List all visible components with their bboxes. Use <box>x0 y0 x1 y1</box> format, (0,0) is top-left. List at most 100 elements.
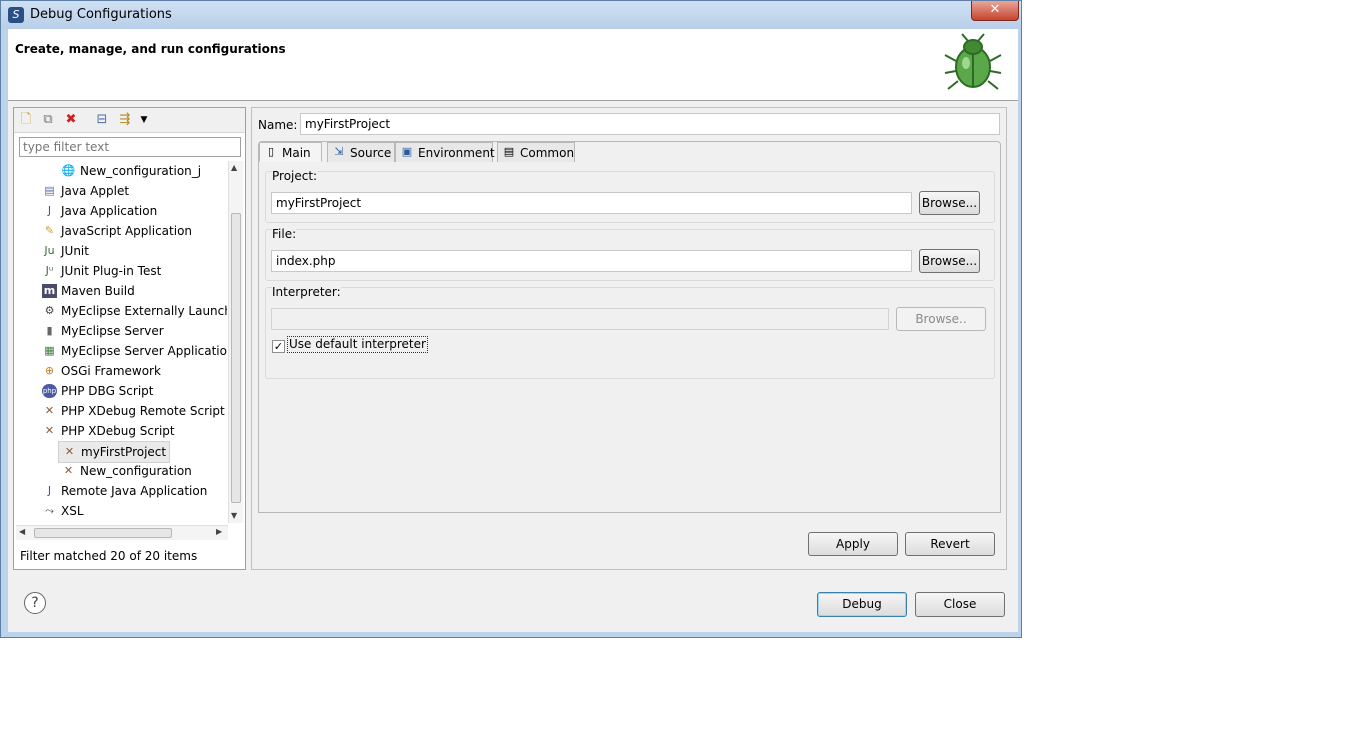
tree-item[interactable]: Jᵘ JUnit Plug-in Test <box>39 261 164 281</box>
horizontal-scroll-thumb[interactable] <box>34 528 172 538</box>
tree-item-label: Java Applet <box>61 184 130 198</box>
tab-environment[interactable]: ▣ Environment <box>395 142 495 162</box>
osgi-icon: ⊕ <box>44 364 55 377</box>
tree-vertical-scrollbar[interactable]: ▲ ▼ <box>228 161 243 523</box>
tree-item-label: PHP XDebug Script <box>61 424 175 438</box>
tree-item-label: MyEclipse Externally Launch <box>61 304 227 318</box>
tree-item[interactable]: ✕ New_configuration <box>58 461 195 481</box>
duplicate-icon[interactable]: ⧉ <box>40 112 56 128</box>
tree-item-label: myFirstProject <box>81 445 167 459</box>
tree-item[interactable]: J Java Application <box>39 201 160 221</box>
collapse-all-icon[interactable]: ⊟ <box>94 112 110 128</box>
name-input[interactable]: myFirstProject <box>300 113 1000 135</box>
tab-common[interactable]: ▤ Common <box>497 142 575 162</box>
use-default-interpreter-checkbox[interactable]: ✓ <box>272 340 285 353</box>
server-app-icon: ▦ <box>44 344 55 357</box>
project-input[interactable]: myFirstProject <box>271 192 912 214</box>
interpreter-browse-button: Browse.. <box>896 307 986 331</box>
tab-source[interactable]: ⇲ Source <box>327 142 395 162</box>
java-application-icon: J <box>47 204 52 217</box>
tree-item[interactable]: ✕ myFirstProject <box>58 441 171 463</box>
tree-item[interactable]: ⊕ OSGi Framework <box>39 361 164 381</box>
project-browse-button[interactable]: Browse... <box>919 191 980 215</box>
tree-item-label: JUnit <box>61 244 89 258</box>
file-input[interactable]: index.php <box>271 250 912 272</box>
tree-item-label: OSGi Framework <box>61 364 161 378</box>
tree-horizontal-scrollbar[interactable]: ◀ ▶ <box>16 525 228 540</box>
tree-toolbar: 🗋 ⧉ ✖ ⊟ ⇶ ▼ <box>14 108 245 133</box>
interpreter-label: Interpreter: <box>272 285 341 299</box>
dialog-client-area: Create, manage, and run configurations 🗋 <box>8 29 1018 632</box>
junit-icon: Ju <box>44 244 55 257</box>
xdebug-icon: ✕ <box>63 464 74 477</box>
tree-item[interactable]: ✎ JavaScript Application <box>39 221 195 241</box>
javascript-icon: ✎ <box>44 224 55 237</box>
xdebug-icon: ✕ <box>44 424 55 437</box>
server-icon: ▮ <box>46 324 53 337</box>
vertical-scroll-thumb[interactable] <box>231 213 241 503</box>
scroll-up-icon[interactable]: ▲ <box>231 163 237 172</box>
common-tab-icon: ▤ <box>503 145 515 158</box>
file-label: File: <box>272 227 297 241</box>
use-default-interpreter-label[interactable]: Use default interpreter <box>287 336 428 353</box>
tree-item[interactable]: ✕ PHP XDebug Script <box>39 421 178 441</box>
configuration-editor-panel: Name: myFirstProject ▯ Main ⇲ Source ▣ E… <box>251 107 1007 570</box>
tree-item[interactable]: ▤ Java Applet <box>39 181 132 201</box>
tree-item-label: PHP DBG Script <box>61 384 154 398</box>
filter-status: Filter matched 20 of 20 items <box>20 549 198 563</box>
delete-icon[interactable]: ✖ <box>63 112 79 128</box>
apply-button[interactable]: Apply <box>808 532 898 556</box>
tree-item[interactable]: php PHP DBG Script <box>39 381 157 401</box>
page-title: Create, manage, and run configurations <box>15 42 286 56</box>
tree-item-label: JUnit Plug-in Test <box>61 264 162 278</box>
tab-main-label: Main <box>282 146 311 160</box>
tree-item[interactable]: ▦ MyEclipse Server Applicatio <box>39 341 227 361</box>
file-browse-button[interactable]: Browse... <box>919 249 980 273</box>
tree-item[interactable]: ▮ MyEclipse Server <box>39 321 167 341</box>
scroll-down-icon[interactable]: ▼ <box>231 511 237 520</box>
view-menu-icon[interactable]: ▼ <box>136 112 152 128</box>
tree-item-label: New_configuration_j <box>80 164 202 178</box>
revert-button[interactable]: Revert <box>905 532 995 556</box>
configuration-tree: 🌐 New_configuration_j ▤ Java Applet J Java Ap… <box>16 161 227 521</box>
tree-item-label: MyEclipse Server <box>61 324 164 338</box>
tree-item-label: Java Application <box>61 204 158 218</box>
configuration-tree-panel: 🗋 ⧉ ✖ ⊟ ⇶ ▼ type filter text 🌐 New_config… <box>13 107 246 570</box>
close-window-button[interactable]: ✕ <box>971 1 1019 21</box>
title-bar[interactable]: S Debug Configurations ✕ <box>1 1 1021 29</box>
tree-item[interactable]: ✕ PHP XDebug Remote Script <box>39 401 227 421</box>
tree-item[interactable]: ⚙ MyEclipse Externally Launch <box>39 301 227 321</box>
xdebug-icon: ✕ <box>64 445 75 458</box>
maven-icon: m <box>42 284 57 298</box>
java-applet-icon: ▤ <box>44 184 55 197</box>
tree-item-label: MyEclipse Server Applicatio <box>61 344 227 358</box>
xdebug-icon: ✕ <box>44 404 55 417</box>
tree-item-label: XSL <box>61 504 84 518</box>
filter-input[interactable]: type filter text <box>19 137 241 157</box>
tree-item-label: New_configuration <box>80 464 192 478</box>
tree-item[interactable]: ⤳ XSL <box>39 501 87 521</box>
filter-icon[interactable]: ⇶ <box>117 112 133 128</box>
scroll-right-icon[interactable]: ▶ <box>216 527 222 536</box>
tree-item[interactable]: m Maven Build <box>39 281 138 301</box>
scroll-left-icon[interactable]: ◀ <box>19 527 25 536</box>
tree-item-label: JavaScript Application <box>61 224 193 238</box>
interpreter-input <box>271 308 889 330</box>
app-icon: S <box>8 7 24 23</box>
help-icon[interactable]: ? <box>24 592 46 614</box>
project-label: Project: <box>272 169 318 183</box>
name-label: Name: <box>258 118 298 132</box>
interpreter-group <box>265 287 995 379</box>
tree-item[interactable]: J Remote Java Application <box>39 481 210 501</box>
debug-configurations-dialog: S Debug Configurations ✕ Create, manage,… <box>0 0 1022 638</box>
php-icon: php <box>42 384 57 398</box>
main-tab-icon: ▯ <box>267 145 275 158</box>
tree-item[interactable]: Ju JUnit <box>39 241 92 261</box>
new-configuration-icon[interactable]: 🗋 <box>18 112 34 128</box>
tab-common-label: Common <box>520 146 575 160</box>
debug-button[interactable]: Debug <box>817 592 907 617</box>
close-button[interactable]: Close <box>915 592 1005 617</box>
tab-main[interactable]: ▯ Main <box>259 142 322 162</box>
tree-item[interactable]: 🌐 New_configuration_j <box>58 161 204 181</box>
window-title: Debug Configurations <box>30 7 172 22</box>
